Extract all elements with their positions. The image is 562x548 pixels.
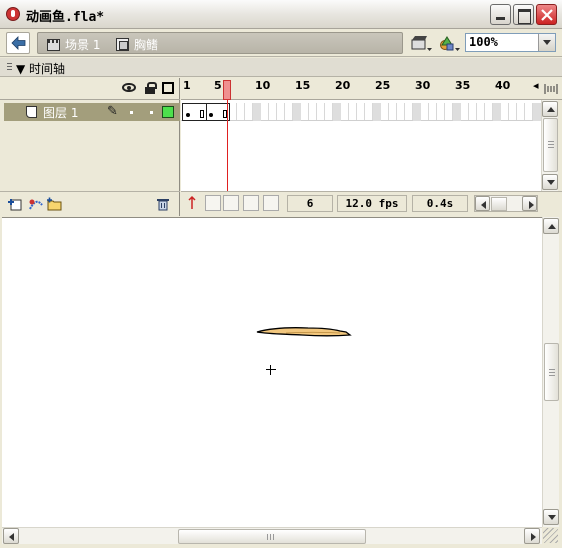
resize-grip[interactable] <box>543 528 558 543</box>
scroll-left-button[interactable] <box>3 528 19 544</box>
edit-bar: 场景 1 胸鳍 100% <box>0 29 562 57</box>
panel-grip-icon[interactable] <box>7 63 12 72</box>
scene-icon <box>47 38 60 51</box>
current-frame: 6 <box>287 195 333 212</box>
stage-horizontal-scrollbar[interactable] <box>2 527 542 544</box>
keyframe[interactable] <box>186 113 190 117</box>
flash-app-icon <box>6 7 20 21</box>
playhead-line <box>227 100 228 191</box>
scene-label: 场景 1 <box>65 38 101 52</box>
playhead[interactable] <box>223 80 231 100</box>
scroll-down-button[interactable] <box>542 174 558 190</box>
ruler-tick: 35 <box>455 79 471 92</box>
back-arrow-icon <box>11 36 26 50</box>
scroll-down-button[interactable] <box>543 509 559 525</box>
ruler-tick: 5 <box>214 79 222 92</box>
insert-folder-icon[interactable] <box>47 197 62 211</box>
center-frame-icon[interactable] <box>184 195 200 211</box>
ruler-tick: 1 <box>183 79 191 92</box>
pencil-icon: ✎ <box>107 104 118 119</box>
ruler-tick: 10 <box>255 79 271 92</box>
layer-frames[interactable] <box>181 103 541 121</box>
layer-toolbar <box>0 191 180 216</box>
layer-panel: 图层 1 ✎ <box>0 78 180 216</box>
frame-ruler[interactable]: 1 5 10 15 20 25 30 35 40 ◂ <box>181 78 541 100</box>
timeline-title: ▼ 时间轴 <box>16 62 66 76</box>
scroll-right-button[interactable] <box>522 196 537 211</box>
lock-toggle[interactable] <box>150 111 153 114</box>
minimize-button[interactable] <box>490 4 511 25</box>
frame-rate[interactable]: 12.0 fps <box>337 195 407 212</box>
ruler-tick: 25 <box>375 79 391 92</box>
window-title: 动画鱼.fla* <box>26 10 105 25</box>
trash-icon[interactable] <box>156 197 170 211</box>
close-icon <box>541 9 553 21</box>
keyframe[interactable] <box>209 113 213 117</box>
layer-header <box>0 78 180 100</box>
ruler-tick: 20 <box>335 79 351 92</box>
add-motion-guide-icon[interactable] <box>28 197 44 211</box>
chevron-down-icon[interactable] <box>538 34 555 51</box>
scroll-right-button[interactable] <box>524 528 540 544</box>
ruler-tick: 40 <box>495 79 511 92</box>
modify-onion-markers-icon[interactable] <box>263 195 279 211</box>
layer-icon <box>26 106 37 118</box>
edit-scene-icon <box>411 36 432 51</box>
ruler-tick: 15 <box>295 79 311 92</box>
edit-symbols-button[interactable] <box>438 34 462 54</box>
frame-view-icon <box>544 84 558 94</box>
ruler-more-icon: ◂ <box>533 79 539 92</box>
layer-name: 图层 1 <box>43 106 79 120</box>
outline-color-toggle[interactable] <box>162 106 174 118</box>
frame-span-end <box>200 110 204 118</box>
edit-scene-button[interactable] <box>410 34 434 54</box>
show-hide-all-icon[interactable] <box>122 83 136 92</box>
ruler-tick: 30 <box>415 79 431 92</box>
onion-skin-icon[interactable] <box>205 195 221 211</box>
lock-all-icon[interactable] <box>145 82 157 94</box>
edit-symbols-icon <box>440 36 460 51</box>
onion-skin-outlines-icon[interactable] <box>223 195 239 211</box>
scroll-thumb[interactable] <box>491 197 507 211</box>
zoom-select[interactable]: 100% <box>465 33 556 52</box>
scroll-left-button[interactable] <box>475 196 490 211</box>
symbol-icon <box>116 38 129 51</box>
breadcrumb-symbol[interactable]: 胸鳍 <box>116 36 158 53</box>
registration-point <box>266 365 276 375</box>
scroll-up-button[interactable] <box>543 218 559 234</box>
zoom-value: 100% <box>469 35 498 49</box>
timeline-vertical-scrollbar[interactable] <box>541 100 558 191</box>
scroll-thumb[interactable] <box>544 343 559 401</box>
timeline-panel-header[interactable]: ▼ 时间轴 <box>0 58 562 77</box>
scroll-thumb[interactable] <box>543 118 558 172</box>
stage-vertical-scrollbar[interactable] <box>542 217 559 527</box>
edit-multiple-frames-icon[interactable] <box>243 195 259 211</box>
back-button[interactable] <box>6 32 30 54</box>
maximize-button[interactable] <box>513 4 534 25</box>
title-bar: 动画鱼.fla* <box>0 0 562 29</box>
frame-view-options[interactable] <box>541 78 562 100</box>
stage[interactable] <box>2 217 542 527</box>
scroll-up-button[interactable] <box>542 101 558 117</box>
frames-area[interactable]: 1 5 10 15 20 25 30 35 40 ◂ <box>181 78 541 191</box>
outline-all-icon[interactable] <box>162 82 174 94</box>
insert-layer-icon[interactable] <box>8 197 22 211</box>
symbol-label: 胸鳍 <box>134 38 159 52</box>
pectoral-fin-shape[interactable] <box>256 323 352 339</box>
close-button[interactable] <box>536 4 557 25</box>
timeline-status-bar: 6 12.0 fps 0.4s <box>181 191 562 216</box>
visibility-toggle[interactable] <box>130 111 133 114</box>
timeline-horizontal-scrollbar[interactable] <box>474 195 538 212</box>
elapsed-time: 0.4s <box>412 195 468 212</box>
breadcrumb: 场景 1 胸鳍 <box>37 32 403 54</box>
frame-span[interactable] <box>182 103 230 121</box>
breadcrumb-scene[interactable]: 场景 1 <box>47 36 100 53</box>
layer-row[interactable]: 图层 1 ✎ <box>4 103 180 121</box>
scroll-thumb[interactable] <box>178 529 366 544</box>
